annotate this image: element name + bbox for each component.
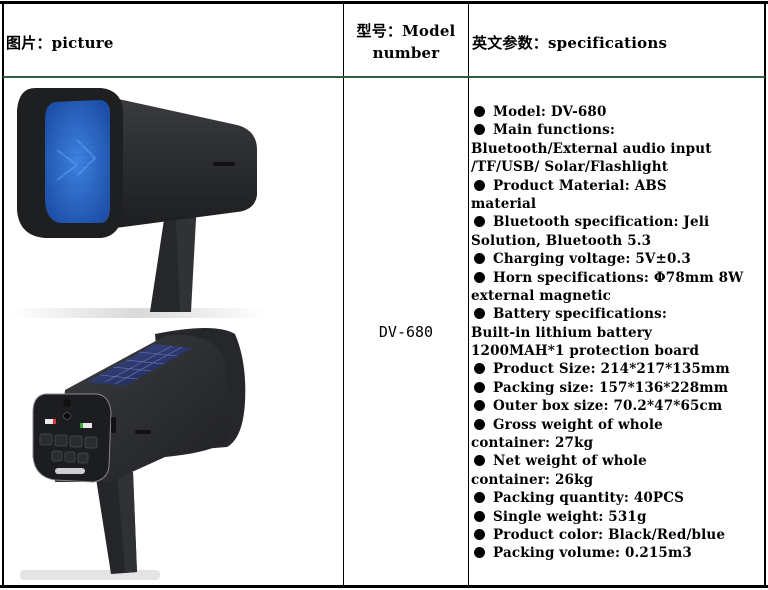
button-4 xyxy=(84,436,98,449)
spec-text: Horn specifications: Φ78mm 8W xyxy=(493,269,744,286)
bullet-icon xyxy=(474,308,485,320)
model-number-value: DV-680 xyxy=(378,323,434,341)
spec-line: /TF/USB/ Solar/Flashlight xyxy=(471,158,767,176)
product-image-front xyxy=(10,88,265,318)
spec-text: Net weight of whole xyxy=(493,453,647,470)
spec-line: Solution, Bluetooth 5.3 xyxy=(471,232,767,250)
column-divider-1 xyxy=(343,3,344,587)
spec-text: Main functions: xyxy=(493,122,616,139)
mic-icon xyxy=(63,399,71,407)
side-slot-rear xyxy=(135,430,151,434)
product-image-rear xyxy=(20,328,246,580)
usb-port xyxy=(111,417,116,433)
spec-line: Product Size: 214*217*135mm xyxy=(471,360,767,378)
spec-line: Charging voltage: 5V±0.3 xyxy=(471,250,767,268)
spec-text: Model: DV-680 xyxy=(493,104,607,120)
spec-line: Main functions: xyxy=(471,121,767,139)
table-border-top xyxy=(0,1,768,4)
bullet-icon xyxy=(474,271,485,283)
light-strip xyxy=(55,468,85,474)
bullet-icon xyxy=(474,179,485,191)
bullet-icon xyxy=(474,106,485,117)
header-model-number: 型号：Model number xyxy=(345,20,467,64)
header-divider xyxy=(3,76,765,78)
bullet-icon xyxy=(474,492,485,504)
spec-text: Built-in lithium battery xyxy=(471,324,653,341)
button-7 xyxy=(77,452,89,464)
spec-text: Gross weight of whole xyxy=(493,416,663,433)
spec-line: Product color: Black/Red/blue xyxy=(471,526,767,544)
header-picture: 图片：picture xyxy=(6,34,114,52)
spec-line: Bluetooth/External audio input xyxy=(471,140,767,158)
spec-line: Outer box size: 70.2*47*65cm xyxy=(471,397,767,415)
bullet-icon xyxy=(474,253,485,265)
spec-line: Battery specifications: xyxy=(471,305,767,323)
spec-text: Product Size: 214*217*135mm xyxy=(493,361,730,378)
bullet-icon xyxy=(474,418,485,430)
button-3 xyxy=(69,435,83,448)
spec-text: Single weight: 531g xyxy=(493,508,647,525)
spec-line: Built-in lithium battery xyxy=(471,324,767,342)
bullet-icon xyxy=(474,363,485,375)
table-border-bottom xyxy=(0,585,768,588)
spec-text: container: 26kg xyxy=(471,471,594,488)
spec-text: external magnetic xyxy=(471,287,611,304)
specifications-list: Model: DV-680 Main functions: Bluetooth/Ex… xyxy=(471,103,767,563)
spec-line: Packing quantity: 40PCS xyxy=(471,489,767,507)
spec-text: Packing volume: 0.215m3 xyxy=(493,545,692,562)
flashlight-lens xyxy=(63,412,71,420)
bullet-icon xyxy=(474,381,485,393)
spec-line: Packing size: 157*136*228mm xyxy=(471,379,767,397)
spec-line: container: 26kg xyxy=(471,471,767,489)
spec-line: Packing volume: 0.215m3 xyxy=(471,544,767,562)
spec-line: Bluetooth specification: Jeli xyxy=(471,213,767,231)
bullet-icon xyxy=(474,528,485,540)
button-6 xyxy=(64,451,76,463)
spec-text: Bluetooth/External audio input xyxy=(471,140,712,157)
spec-text: Product color: Black/Red/blue xyxy=(493,526,726,543)
floor-shadow-rear xyxy=(20,570,160,580)
header-model-line1: 型号：Model xyxy=(356,22,456,40)
header-specifications: 英文参数：specifications xyxy=(472,34,668,52)
button-5 xyxy=(51,450,63,462)
spec-text: Battery specifications: xyxy=(493,306,667,323)
bullet-icon xyxy=(474,547,485,559)
spec-line: Single weight: 531g xyxy=(471,508,767,526)
spec-text: Outer box size: 70.2*47*65cm xyxy=(493,398,723,415)
speaker-grille xyxy=(45,100,110,223)
bullet-icon xyxy=(474,124,485,136)
spec-table: 图片：picture 型号：Model number 英文参数：specific… xyxy=(0,0,768,590)
spec-line: material xyxy=(471,195,767,213)
spec-text: Packing size: 157*136*228mm xyxy=(493,379,729,396)
spec-text: material xyxy=(471,195,537,212)
bullet-icon xyxy=(474,510,485,522)
button-2 xyxy=(54,434,68,447)
spec-text: /TF/USB/ Solar/Flashlight xyxy=(471,159,669,176)
floor-shadow xyxy=(10,308,265,318)
spec-text: Product Material: ABS xyxy=(493,177,667,194)
spec-text: Packing quantity: 40PCS xyxy=(493,490,685,507)
bullet-icon xyxy=(474,216,485,228)
spec-line: Gross weight of whole xyxy=(471,416,767,434)
table-border-left xyxy=(2,1,4,588)
header-model-line2: number xyxy=(372,44,440,62)
spec-line: external magnetic xyxy=(471,287,767,305)
spec-line: Product Material: ABS xyxy=(471,177,767,195)
spec-line: 1200MAH*1 protection board xyxy=(471,342,767,360)
spec-text: container: 27kg xyxy=(471,435,594,452)
spec-line: Model: DV-680 xyxy=(471,103,767,121)
spec-line: container: 27kg xyxy=(471,434,767,452)
side-slot xyxy=(213,162,235,166)
spec-text: Charging voltage: 5V±0.3 xyxy=(493,251,691,268)
spec-text: Bluetooth specification: Jeli xyxy=(493,214,710,231)
column-divider-2 xyxy=(468,3,469,587)
bullet-icon xyxy=(474,455,485,467)
spec-text: Solution, Bluetooth 5.3 xyxy=(471,232,652,249)
spec-text: 1200MAH*1 protection board xyxy=(471,343,700,360)
button-1 xyxy=(39,433,53,446)
bullet-icon xyxy=(474,400,485,412)
spec-line: Net weight of whole xyxy=(471,452,767,470)
spec-line: Horn specifications: Φ78mm 8W xyxy=(471,269,767,287)
